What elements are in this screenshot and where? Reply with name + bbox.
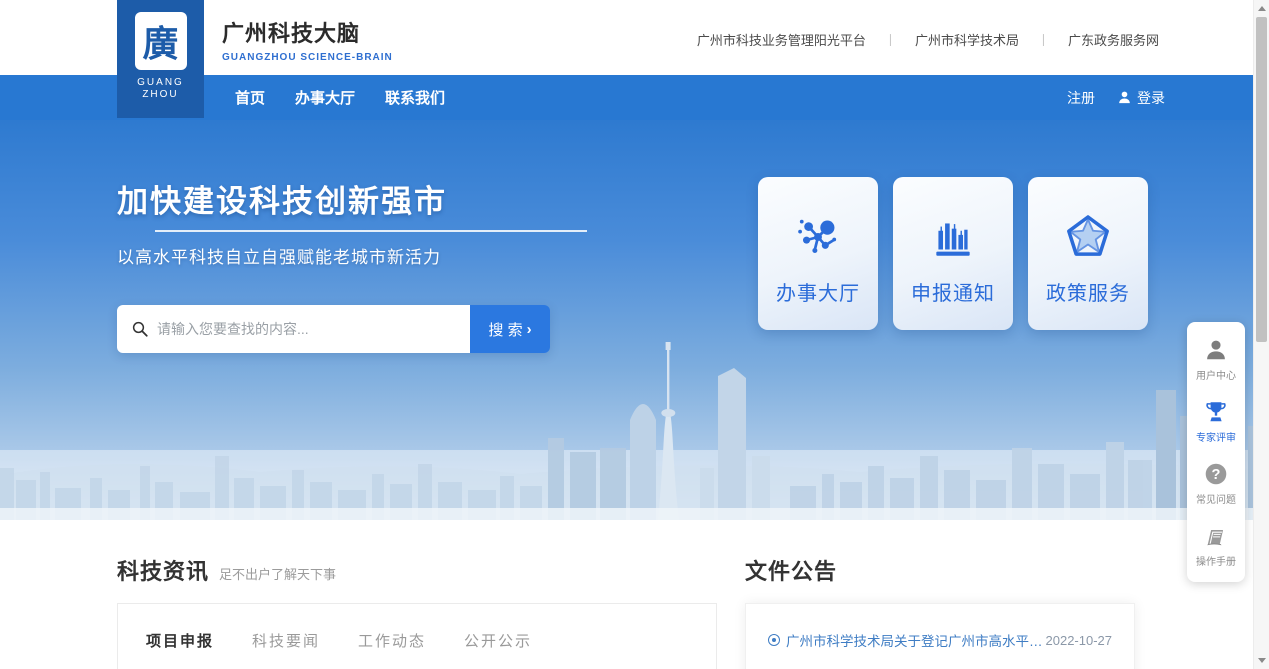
scrollbar-down-arrow[interactable] [1258, 658, 1266, 663]
sidebar-item-expert-review[interactable]: 专家评审 [1187, 390, 1245, 452]
tab-work-trends[interactable]: 工作动态 [358, 630, 426, 661]
hero-title: 加快建设科技创新强市 [117, 176, 587, 221]
link-gd-gov-service[interactable]: 广东政务服务网 [1068, 30, 1159, 49]
tab-public-notice[interactable]: 公开公示 [464, 630, 532, 661]
hero-quick-links: 办事大厅 申报通知 [758, 177, 1148, 330]
logo-city-text: GUANG ZHOU [137, 77, 184, 101]
sidebar-item-user-center[interactable]: 用户中心 [1187, 328, 1245, 390]
search-input[interactable] [117, 305, 470, 353]
news-card: 项目申报 科技要闻 工作动态 公开公示 [117, 603, 717, 669]
news-column: 科技资讯 足不出户了解天下事 项目申报 科技要闻 工作动态 公开公示 [117, 554, 717, 669]
pentagon-star-icon [1063, 211, 1113, 263]
svg-text:?: ? [1212, 467, 1221, 483]
card-label: 申报通知 [911, 277, 995, 306]
news-tabs: 项目申报 科技要闻 工作动态 公开公示 [146, 630, 688, 661]
card-label: 办事大厅 [776, 277, 860, 306]
floating-sidebar: 用户中心 专家评审 ? 常见问题 操作手册 [1187, 322, 1245, 582]
manual-book-icon [1203, 523, 1229, 549]
header: 廣 GUANG ZHOU 广州科技大脑 GUANGZHOU SCIENCE-BR… [0, 0, 1269, 75]
logo-seal-icon: 廣 [135, 12, 187, 70]
nav-item-home[interactable]: 首页 [235, 87, 265, 108]
sidebar-item-faq[interactable]: ? 常见问题 [1187, 452, 1245, 514]
sidebar-item-label: 用户中心 [1196, 367, 1236, 382]
card-policy[interactable]: 政策服务 [1028, 177, 1148, 330]
hero-title-underline [155, 230, 587, 232]
sidebar-item-manual[interactable]: 操作手册 [1187, 514, 1245, 576]
brand-title: 广州科技大脑 [222, 16, 393, 48]
news-section-subtitle: 足不出户了解天下事 [219, 564, 336, 583]
announcement-section-title: 文件公告 [745, 554, 837, 586]
hero-subtitle: 以高水平科技自立自强赋能老城市新活力 [117, 243, 587, 268]
brand-subtitle: GUANGZHOU SCIENCE-BRAIN [222, 52, 393, 63]
nav-item-contact[interactable]: 联系我们 [385, 87, 445, 108]
login-label: 登录 [1137, 88, 1165, 108]
announcement-title: 广州市科学技术局关于登记广州市高水平企... [786, 630, 1046, 650]
announcement-card: 广州市科学技术局关于登记广州市高水平企... 2022-10-27 [745, 603, 1135, 669]
nav-items: 首页 办事大厅 联系我们 [235, 75, 445, 120]
nav-item-service-hall[interactable]: 办事大厅 [295, 87, 355, 108]
announcement-date: 2022-10-27 [1046, 633, 1113, 648]
link-separator: 丨 [884, 30, 897, 49]
logo-city-line2: ZHOU [137, 89, 184, 101]
sidebar-item-label: 常见问题 [1196, 491, 1236, 506]
trophy-icon [1203, 399, 1229, 425]
card-label: 政策服务 [1046, 277, 1130, 306]
announcement-item[interactable]: 广州市科学技术局关于登记广州市高水平企... 2022-10-27 [768, 630, 1112, 650]
content-section: 科技资讯 足不出户了解天下事 项目申报 科技要闻 工作动态 公开公示 文件公告 [0, 520, 1269, 669]
question-icon: ? [1203, 461, 1229, 487]
search-button-label: 搜 索 [488, 319, 522, 340]
user-silhouette-icon [1117, 90, 1132, 105]
scrollbar-thumb[interactable] [1256, 17, 1267, 342]
user-icon [1203, 337, 1229, 363]
card-notice[interactable]: 申报通知 [893, 177, 1013, 330]
page-scrollbar[interactable] [1253, 0, 1269, 669]
link-science-bureau[interactable]: 广州市科学技术局 [915, 30, 1019, 49]
sidebar-item-label: 操作手册 [1196, 553, 1236, 568]
header-links: 广州市科技业务管理阳光平台 丨 广州市科学技术局 丨 广东政务服务网 [697, 30, 1159, 49]
register-link[interactable]: 注册 [1067, 88, 1095, 108]
tab-project-declaration[interactable]: 项目申报 [146, 630, 214, 661]
announcement-column: 文件公告 广州市科学技术局关于登记广州市高水平企... 2022-10-27 [745, 554, 1135, 669]
site-logo[interactable]: 廣 GUANG ZHOU [117, 0, 204, 118]
logo-city-line1: GUANG [137, 77, 184, 89]
search-icon [131, 320, 149, 338]
news-section-title: 科技资讯 [117, 554, 209, 586]
hero-banner: 加快建设科技创新强市 以高水平科技自立自强赋能老城市新活力 搜 索 › [0, 120, 1269, 520]
hero-search: 搜 索 › [117, 305, 550, 353]
bar-chart-icon [928, 211, 978, 263]
link-separator: 丨 [1037, 30, 1050, 49]
nav-account-area: 注册 登录 [1067, 75, 1165, 120]
link-sunshine-platform[interactable]: 广州市科技业务管理阳光平台 [697, 30, 866, 49]
card-service-hall[interactable]: 办事大厅 [758, 177, 878, 330]
chevron-right-icon: › [527, 321, 532, 338]
target-bullet-icon [768, 634, 780, 646]
sidebar-item-label: 专家评审 [1196, 429, 1236, 444]
hero-headline-block: 加快建设科技创新强市 以高水平科技自立自强赋能老城市新活力 [117, 176, 587, 268]
login-link[interactable]: 登录 [1117, 88, 1165, 108]
scrollbar-up-arrow[interactable] [1258, 6, 1266, 11]
search-button[interactable]: 搜 索 › [470, 305, 550, 353]
tab-sci-tech-news[interactable]: 科技要闻 [252, 630, 320, 661]
molecule-icon [793, 211, 843, 263]
brand-block: 广州科技大脑 GUANGZHOU SCIENCE-BRAIN [222, 16, 393, 63]
